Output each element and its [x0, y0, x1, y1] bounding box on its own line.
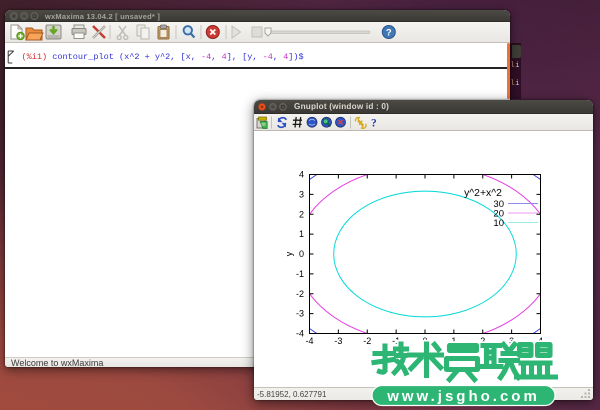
svg-text:1: 1 [299, 229, 304, 239]
svg-text:-1: -1 [296, 269, 304, 279]
svg-text:-3: -3 [334, 336, 342, 346]
svg-text:0: 0 [299, 249, 304, 259]
svg-text:?: ? [371, 117, 377, 129]
svg-text:?: ? [386, 27, 392, 38]
svg-text:-3: -3 [296, 309, 304, 319]
svg-text:2: 2 [299, 209, 304, 219]
svg-text:y^2+x^2: y^2+x^2 [464, 188, 502, 199]
svg-text:-2: -2 [296, 289, 304, 299]
svg-text:3: 3 [299, 189, 304, 199]
svg-text:4: 4 [299, 170, 304, 180]
svg-text:10: 10 [493, 218, 504, 229]
svg-text:-4: -4 [296, 329, 304, 339]
svg-text:www.jsgho.com: www.jsgho.com [386, 388, 540, 405]
svg-text:y: y [284, 251, 294, 256]
svg-text:-4: -4 [305, 336, 313, 346]
